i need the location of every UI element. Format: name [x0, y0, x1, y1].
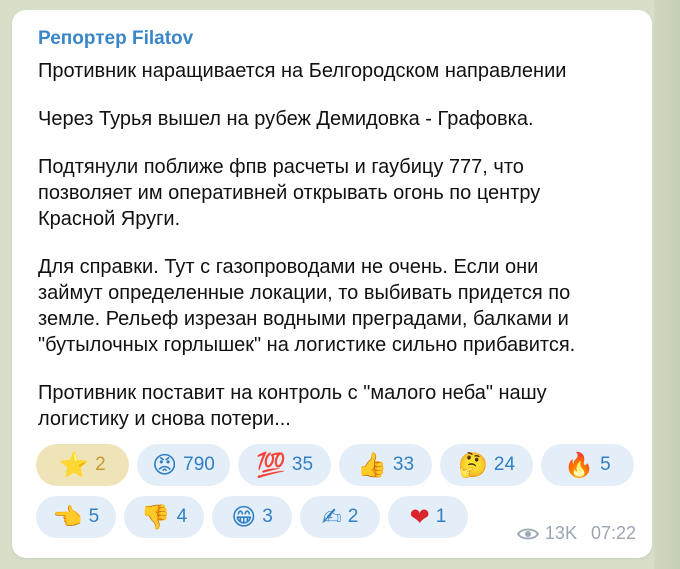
message-paragraph: Для справки. Тут с газопроводами не очен… [38, 256, 576, 356]
reaction-count: 4 [176, 506, 188, 527]
message-paragraph: Через Турья вышел на рубеж Демидовка - Г… [38, 108, 534, 130]
message-paragraph: Подтянули поближе фпв расчеты и гаубицу … [38, 156, 541, 230]
writing-hand-icon: ✍ [321, 503, 342, 531]
message-paragraph: Противник наращивается на Белгородском н… [38, 60, 567, 82]
reaction-count: 3 [262, 506, 273, 527]
thumbs-down-icon: 👎 [140, 503, 171, 531]
reaction-chip-angry[interactable]: 😡 790 [137, 444, 230, 486]
message-text: Противник наращивается на Белгородском н… [38, 58, 638, 454]
reaction-chip-thumbs-up[interactable]: 👍 33 [339, 444, 432, 486]
hundred-points-icon: 💯 [255, 451, 286, 479]
angry-face-icon: 😡 [152, 451, 178, 479]
reaction-chip-fire[interactable]: 🔥 5 [541, 444, 634, 486]
message-paragraph: Противник поставит на контроль с "малого… [38, 382, 547, 430]
message-time: 07:22 [590, 523, 636, 543]
reaction-count: 5 [600, 454, 611, 475]
chat-background-edge [654, 0, 680, 569]
thumbs-up-icon: 👍 [356, 451, 387, 479]
reaction-chip-grinning[interactable]: 😁 3 [212, 496, 292, 538]
message-bubble[interactable]: Репортер Filatov Противник наращивается … [12, 10, 652, 558]
reaction-count: 1 [435, 506, 447, 527]
channel-name[interactable]: Репортер Filatov [38, 28, 193, 50]
thinking-face-icon: 🤔 [457, 451, 488, 479]
reaction-chip-star[interactable]: ⭐ 2 [36, 444, 129, 486]
reaction-count: 5 [88, 506, 100, 527]
reaction-count: 24 [493, 454, 516, 475]
fire-icon: 🔥 [564, 451, 595, 479]
pointing-left-icon: 👈 [52, 503, 83, 531]
reaction-count: 2 [95, 454, 106, 475]
reaction-chip-hundred[interactable]: 💯 35 [238, 444, 331, 486]
reaction-chip-thinking[interactable]: 🤔 24 [440, 444, 533, 486]
reaction-count: 33 [392, 454, 415, 475]
reaction-chip-thumbs-down[interactable]: 👎 4 [124, 496, 204, 538]
reaction-chip-heart[interactable]: ❤ 1 [388, 496, 468, 538]
reaction-chip-pointing-left[interactable]: 👈 5 [36, 496, 116, 538]
reaction-count: 35 [291, 454, 314, 475]
star-emoji-icon: ⭐ [59, 451, 90, 479]
grinning-face-icon: 😁 [231, 503, 257, 531]
message-meta: 13K 07:22 [516, 523, 636, 544]
red-heart-icon: ❤ [409, 503, 430, 531]
reactions-row: ⭐ 2 😡 790 💯 35 👍 33 🤔 24 🔥 5 [36, 444, 646, 486]
view-count: 13K [544, 523, 577, 543]
reaction-count: 790 [183, 454, 215, 475]
reaction-count: 2 [347, 506, 359, 527]
eye-icon [516, 528, 539, 539]
reaction-chip-writing-hand[interactable]: ✍ 2 [300, 496, 380, 538]
